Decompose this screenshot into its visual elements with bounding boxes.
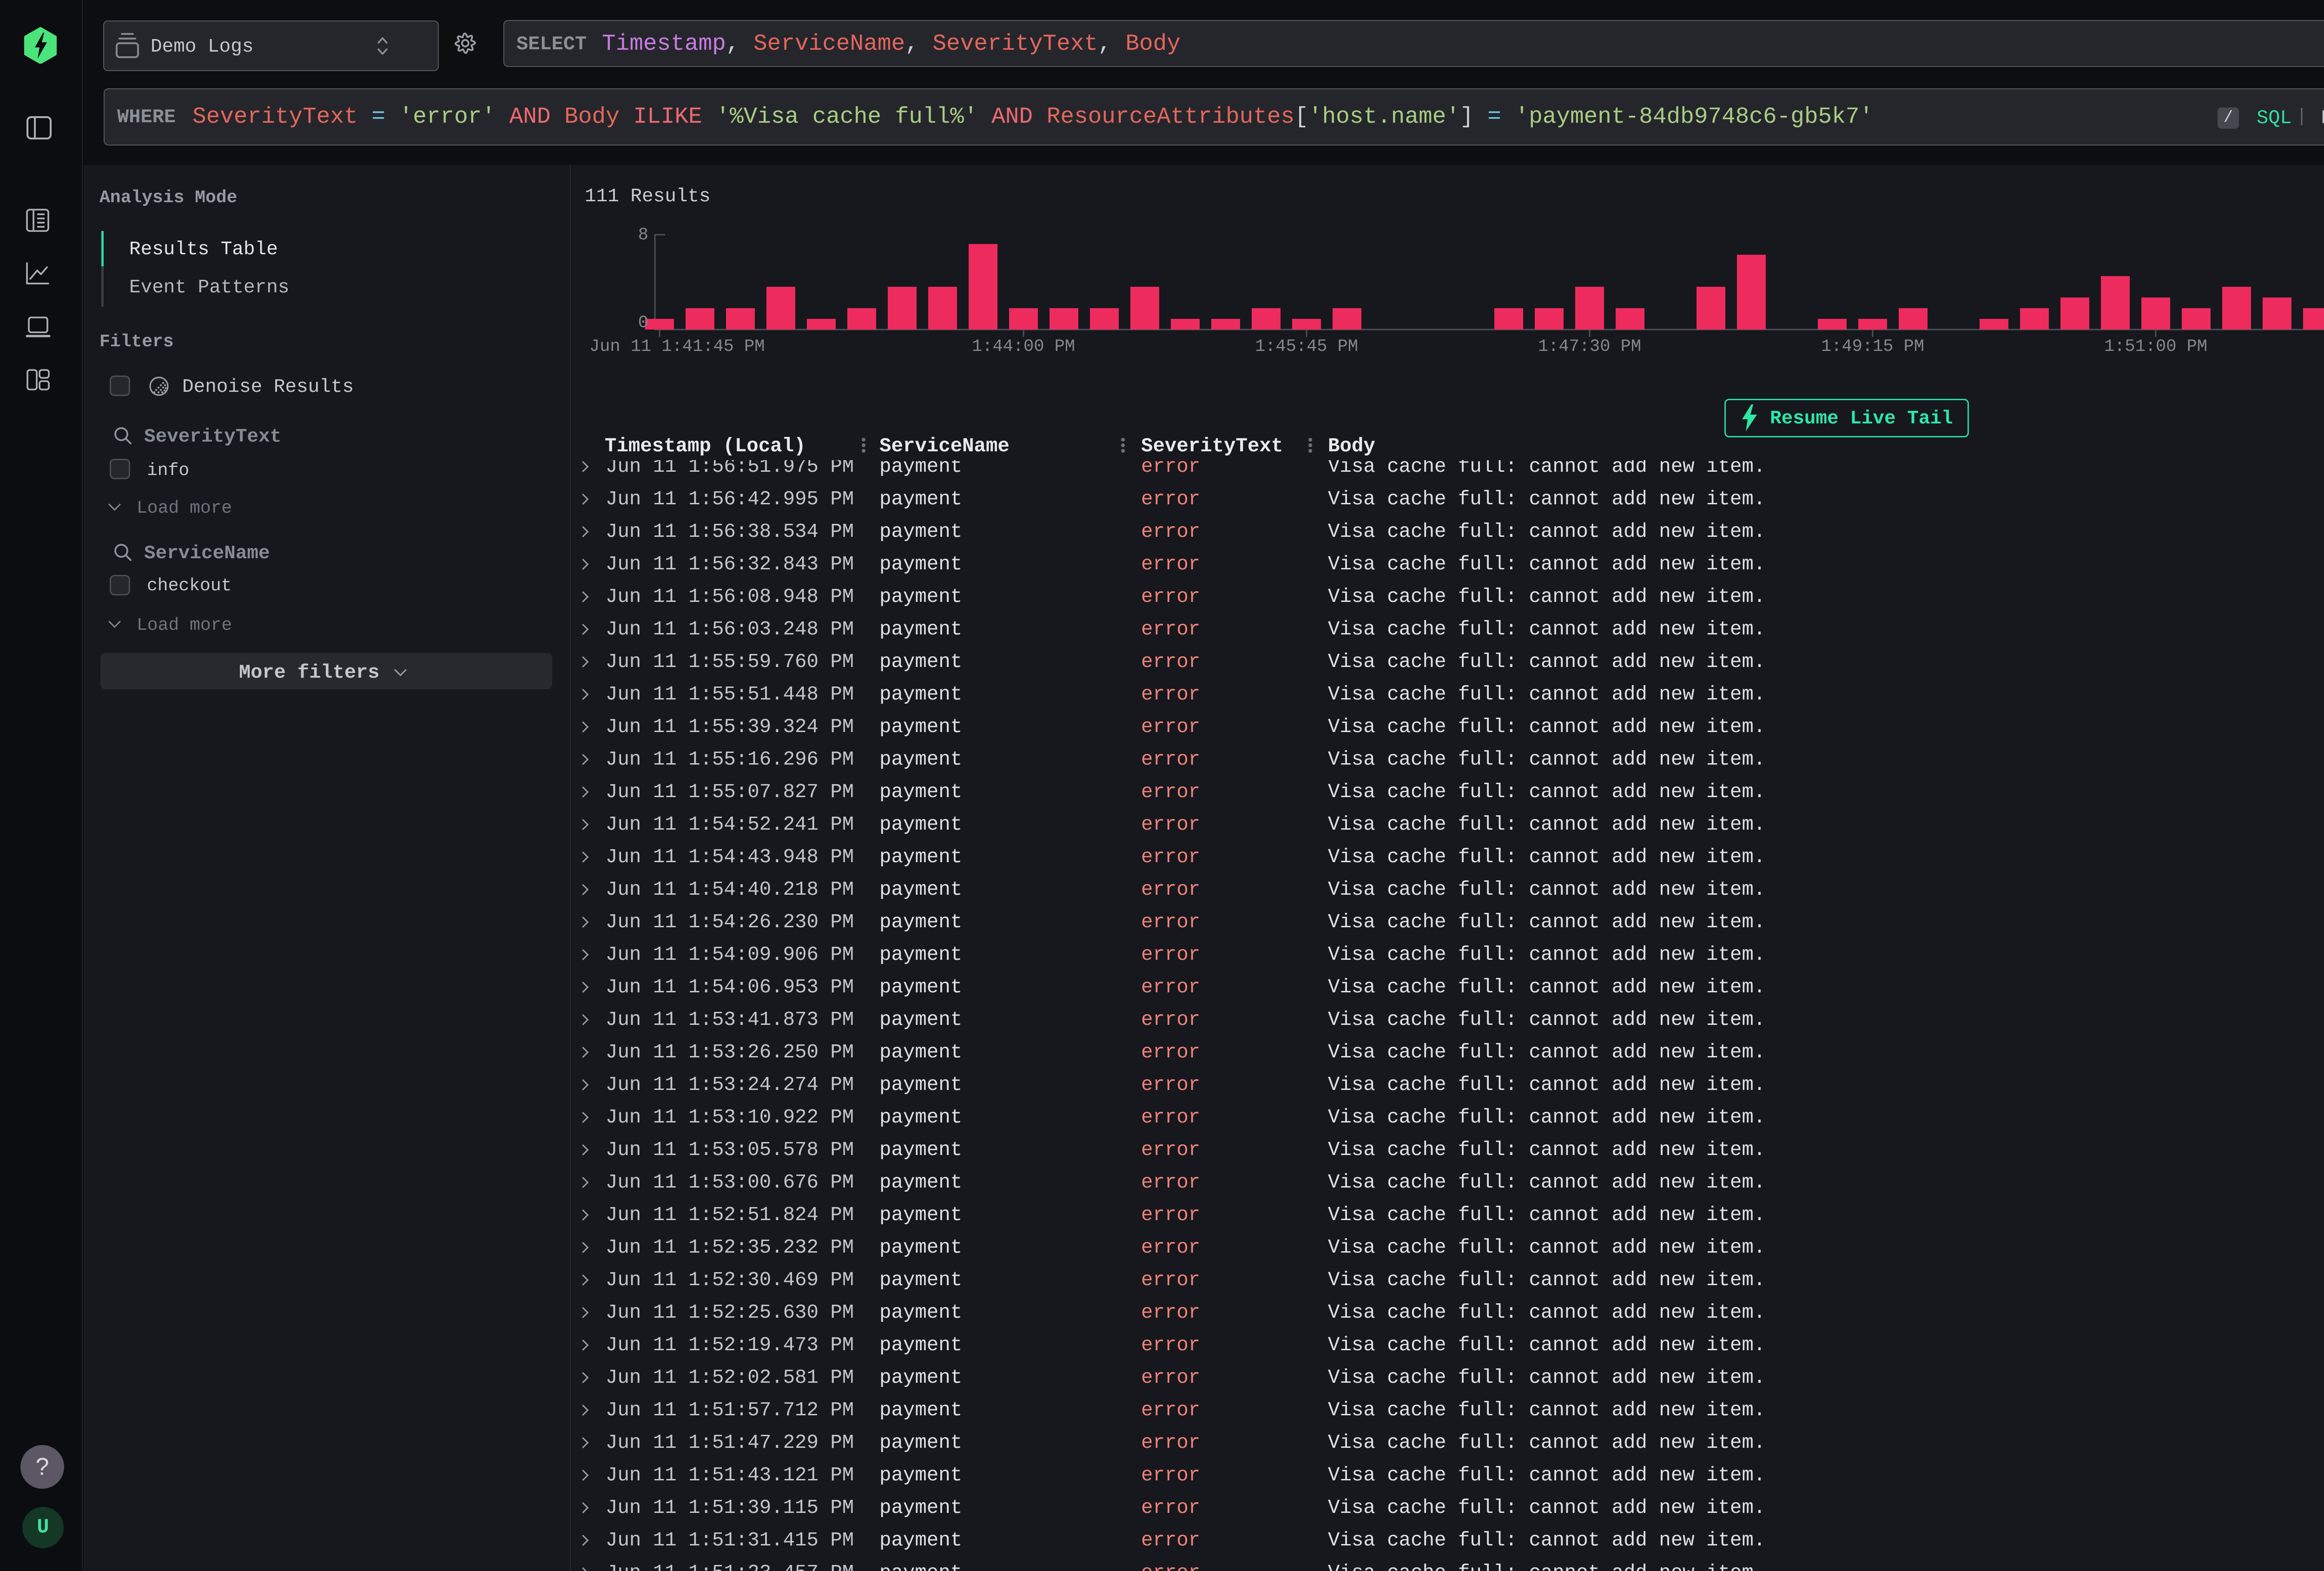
svg-text:1:44:00 PM: 1:44:00 PM bbox=[972, 337, 1075, 356]
svg-text:Jun 11 1:41:45 PM: Jun 11 1:41:45 PM bbox=[589, 337, 765, 356]
svg-text:1:49:15 PM: 1:49:15 PM bbox=[1821, 337, 1924, 356]
svg-text:0: 0 bbox=[638, 313, 648, 333]
svg-text:1:47:30 PM: 1:47:30 PM bbox=[1538, 337, 1641, 356]
svg-text:1:45:45 PM: 1:45:45 PM bbox=[1255, 337, 1358, 356]
svg-text:1:51:00 PM: 1:51:00 PM bbox=[2104, 337, 2207, 356]
svg-text:8: 8 bbox=[638, 225, 648, 245]
